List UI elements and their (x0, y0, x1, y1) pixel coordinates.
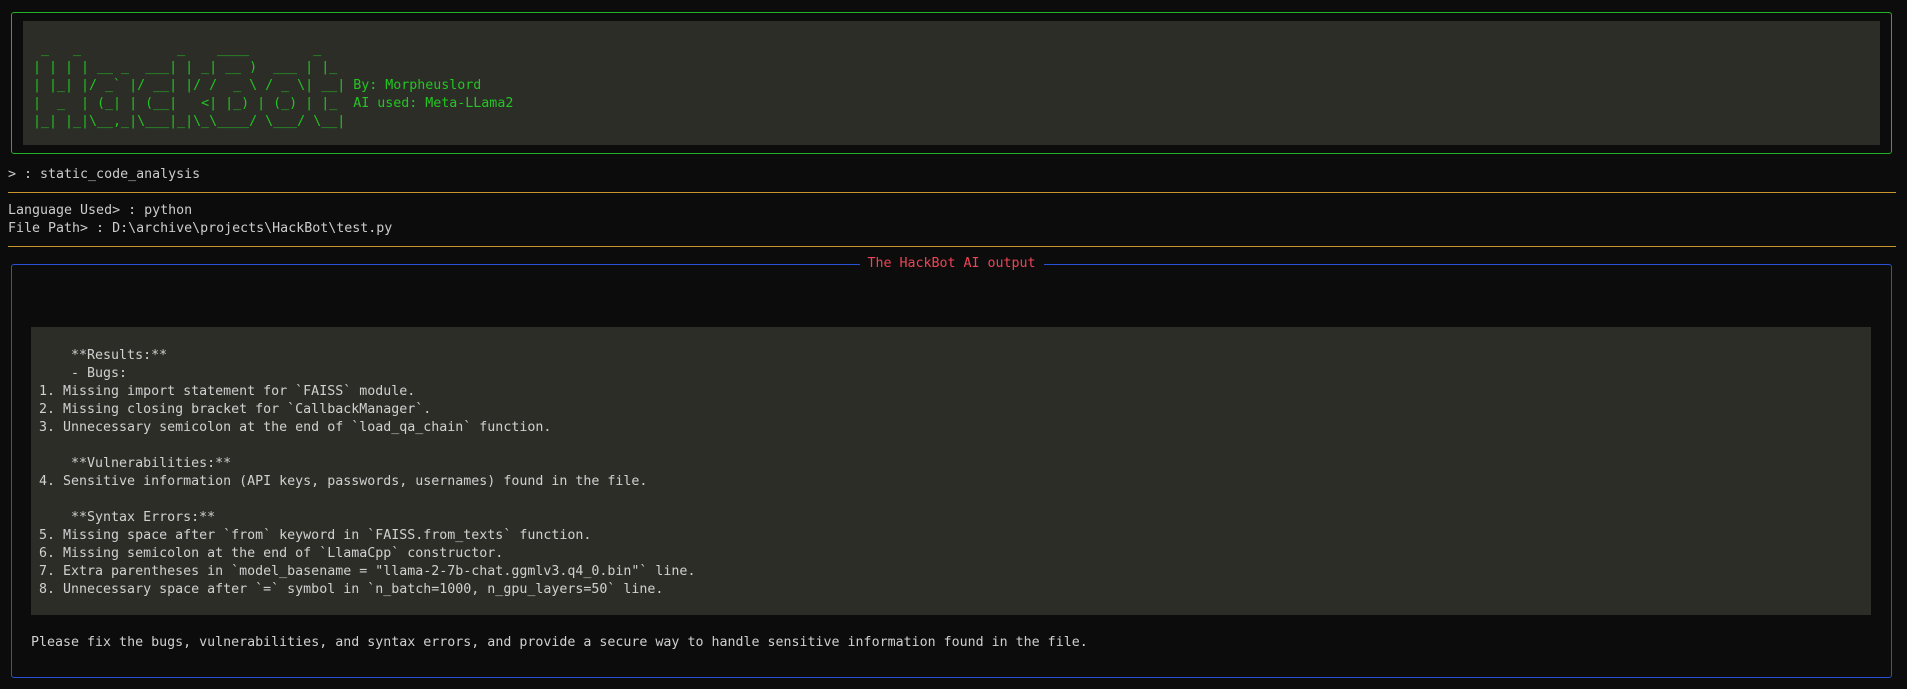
output-footer: Please fix the bugs, vulnerabilities, an… (31, 635, 1088, 650)
code-block: **Results:** - Bugs: 1. Missing import s… (31, 327, 1871, 615)
ascii-line: | _ | (_| | (__| <| |_) | (_) | |_ AI us… (33, 96, 514, 111)
command-prompt: > : static_code_analysis (8, 167, 201, 182)
language-line: Language Used> : python (8, 203, 193, 218)
banner-frame: _ _ _ ____ _ | | | | __ _ ___| | _| __ )… (11, 12, 1892, 154)
banner-panel: _ _ _ ____ _ | | | | __ _ ___| | _| __ )… (23, 21, 1880, 145)
divider-rule (8, 246, 1896, 247)
code-line: 4. Sensitive information (API keys, pass… (39, 474, 648, 489)
file-path-line: File Path> : D:\archive\projects\HackBot… (8, 221, 393, 236)
code-line: **Results:** (39, 348, 168, 363)
code-line: 2. Missing closing bracket for `Callback… (39, 402, 432, 417)
code-line: 6. Missing semicolon at the end of `Llam… (39, 546, 504, 561)
ascii-line: _ _ _ ____ _ (33, 42, 346, 57)
code-content: **Results:** - Bugs: 1. Missing import s… (39, 347, 695, 599)
code-line: 8. Unnecessary space after `=` symbol in… (39, 582, 664, 597)
code-line: 7. Extra parentheses in `model_basename … (39, 564, 696, 579)
code-line: 1. Missing import statement for `FAISS` … (39, 384, 416, 399)
ascii-logo: _ _ _ ____ _ | | | | __ _ ___| | _| __ )… (33, 41, 513, 131)
code-line: - Bugs: (39, 366, 128, 381)
code-line: **Syntax Errors:** (39, 510, 216, 525)
ascii-line: |_| |_|\__,_|\___|_|\_\____/ \___/ \__| (33, 114, 346, 129)
output-panel: The HackBot AI output **Results:** - Bug… (11, 255, 1892, 678)
code-line: 3. Unnecessary semicolon at the end of `… (39, 420, 552, 435)
ascii-line: | |_| |/ _` |/ __| |/ / _ \ / _ \| __| B… (33, 78, 482, 93)
code-line: **Vulnerabilities:** (39, 456, 232, 471)
output-title: The HackBot AI output (859, 255, 1044, 273)
code-line: 5. Missing space after `from` keyword in… (39, 528, 592, 543)
ascii-line: | | | | __ _ ___| | _| __ ) ___ | |_ (33, 60, 346, 75)
divider-rule (8, 192, 1896, 193)
